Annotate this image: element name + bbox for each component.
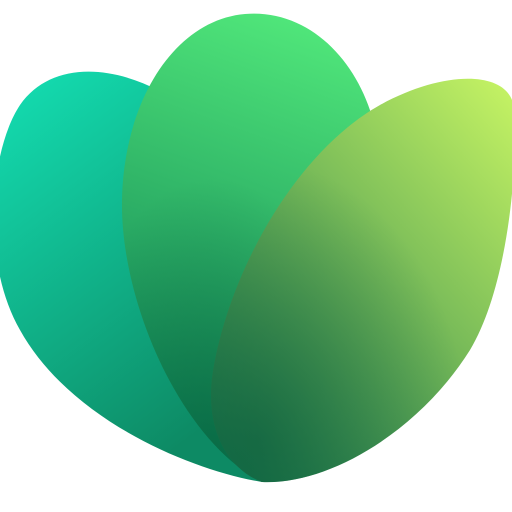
app-icon <box>0 0 512 512</box>
leaf-logo-icon <box>0 13 512 483</box>
